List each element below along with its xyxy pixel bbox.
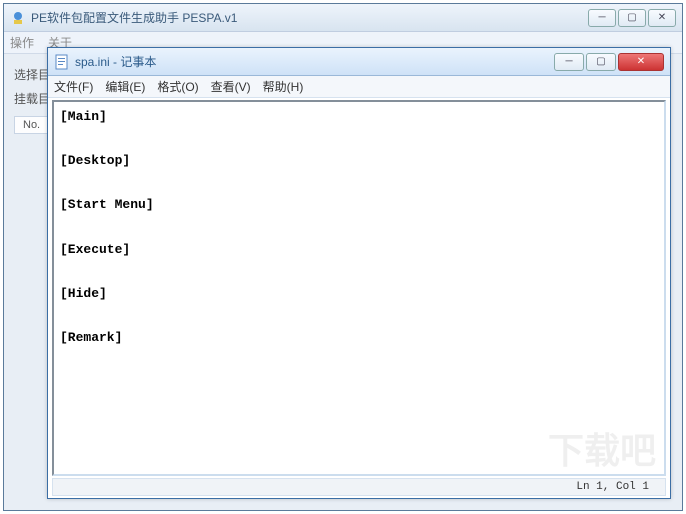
menu-format[interactable]: 格式(O) bbox=[157, 78, 198, 95]
pespa-titlebar: PE软件包配置文件生成助手 PESPA.v1 ─ ▢ ✕ bbox=[4, 4, 682, 32]
close-button[interactable]: ✕ bbox=[648, 9, 676, 27]
text-editor[interactable]: [Main] [Desktop] [Start Menu] [Execute] … bbox=[54, 102, 664, 474]
menu-edit[interactable]: 编辑(E) bbox=[105, 78, 145, 95]
app-icon bbox=[10, 10, 26, 26]
maximize-button[interactable]: ▢ bbox=[586, 53, 616, 71]
menu-operation[interactable]: 操作 bbox=[10, 34, 34, 51]
menu-file[interactable]: 文件(F) bbox=[54, 78, 93, 95]
notepad-window-controls: ─ ▢ ✕ bbox=[554, 53, 664, 71]
statusbar: Ln 1, Col 1 bbox=[52, 478, 666, 496]
menu-help[interactable]: 帮助(H) bbox=[263, 78, 304, 95]
editor-container: [Main] [Desktop] [Start Menu] [Execute] … bbox=[52, 100, 666, 476]
minimize-button[interactable]: ─ bbox=[588, 9, 616, 27]
minimize-button[interactable]: ─ bbox=[554, 53, 584, 71]
close-button[interactable]: ✕ bbox=[618, 53, 664, 71]
cursor-position: Ln 1, Col 1 bbox=[568, 481, 657, 493]
notepad-titlebar: spa.ini - 记事本 ─ ▢ ✕ bbox=[48, 48, 670, 76]
pespa-title: PE软件包配置文件生成助手 PESPA.v1 bbox=[31, 9, 588, 26]
maximize-button[interactable]: ▢ bbox=[618, 9, 646, 27]
notepad-icon bbox=[54, 54, 70, 70]
column-header-no: No. bbox=[14, 116, 49, 134]
notepad-title: spa.ini - 记事本 bbox=[75, 53, 554, 70]
pespa-window-controls: ─ ▢ ✕ bbox=[588, 9, 676, 27]
menu-view[interactable]: 查看(V) bbox=[211, 78, 251, 95]
notepad-window: spa.ini - 记事本 ─ ▢ ✕ 文件(F) 编辑(E) 格式(O) 查看… bbox=[47, 47, 671, 499]
notepad-menubar: 文件(F) 编辑(E) 格式(O) 查看(V) 帮助(H) bbox=[48, 76, 670, 98]
